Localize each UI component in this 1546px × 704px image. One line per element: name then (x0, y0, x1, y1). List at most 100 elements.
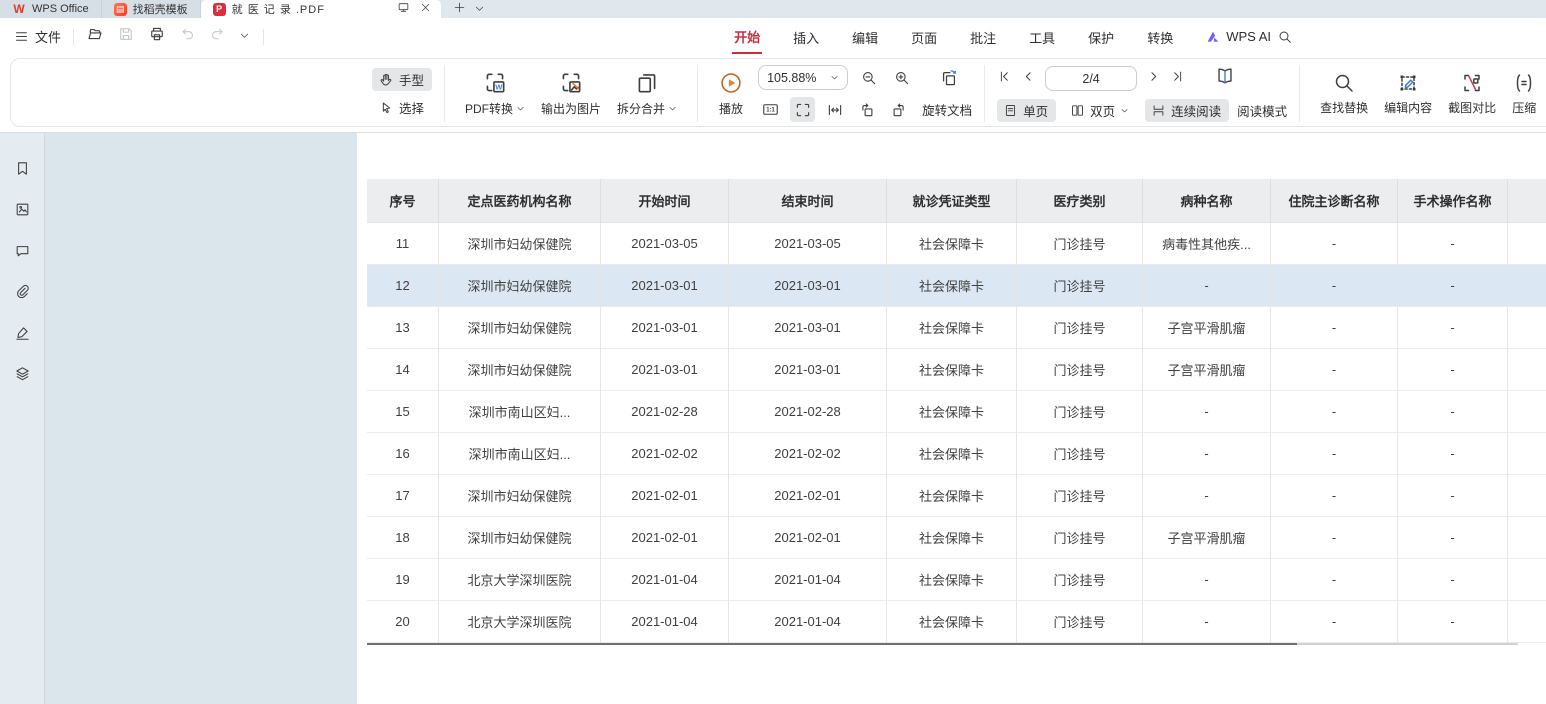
play-button[interactable]: 播放 (710, 66, 752, 121)
fit-width-button[interactable] (822, 97, 847, 122)
zoom-level-dropdown[interactable]: 105.88% (758, 65, 848, 90)
zoom-in-button[interactable] (889, 65, 914, 90)
save-icon[interactable] (117, 25, 135, 48)
table-header-cell: 病种名称 (1143, 179, 1271, 223)
file-menu-button[interactable]: 文件 (14, 27, 61, 46)
table-cell: 2021-02-01 (729, 475, 887, 517)
table-cell: - (1398, 265, 1508, 307)
split-merge-button[interactable]: 拆分合并 (609, 66, 685, 121)
actual-size-button[interactable]: 1:1 (758, 97, 783, 122)
table-cell: 子宫平滑肌瘤 (1143, 349, 1271, 391)
chevron-down-icon (668, 104, 677, 113)
menu-item-2[interactable]: 编辑 (850, 20, 880, 53)
table-cell: 社会保障卡 (887, 433, 1017, 475)
table-cell: - (1398, 601, 1508, 643)
navigation-panel[interactable] (45, 133, 357, 704)
table-cell: 12 (367, 265, 439, 307)
comment-icon[interactable] (13, 241, 32, 260)
one-to-one-icon: 1:1 (761, 100, 780, 119)
pdf-page[interactable]: 序号定点医药机构名称开始时间结束时间就诊凭证类型医疗类别病种名称住院主诊断名称手… (357, 133, 1546, 704)
fit-page-button[interactable] (790, 97, 815, 122)
table-cell: 2021-02-01 (601, 517, 729, 559)
table-cell: 北京大学深圳医院 (439, 601, 601, 643)
first-page-button[interactable] (997, 69, 1012, 89)
redo-icon[interactable] (209, 26, 226, 48)
tab-list-chevron-icon[interactable] (474, 1, 485, 17)
menu-item-1[interactable]: 插入 (791, 20, 821, 53)
rotate-right-icon (890, 101, 908, 119)
layers-icon[interactable] (13, 364, 32, 383)
open-file-icon[interactable] (86, 25, 104, 48)
continuous-read-button[interactable]: 连续阅读 (1145, 99, 1229, 122)
hand-tool-button[interactable]: 手型 (372, 68, 432, 91)
table-cell: 14 (367, 349, 439, 391)
table-cell: 社会保障卡 (887, 307, 1017, 349)
divider (1299, 65, 1300, 122)
signature-pen-icon[interactable] (13, 323, 32, 342)
tab-wps-office[interactable]: W WPS Office (0, 0, 102, 18)
double-page-label: 双页 (1090, 101, 1115, 120)
table-cell (1508, 475, 1546, 517)
table-header-cell: 开始时间 (601, 179, 729, 223)
table-cell: 社会保障卡 (887, 517, 1017, 559)
menu-item-6[interactable]: 保护 (1086, 20, 1116, 53)
search-button[interactable] (1277, 29, 1293, 45)
prev-page-button[interactable] (1021, 69, 1036, 89)
table-cell: 深圳市南山区妇... (439, 391, 601, 433)
close-tab-icon[interactable] (420, 2, 431, 16)
menu-item-3[interactable]: 页面 (909, 20, 939, 53)
ribbon-toolbar: 手型 选择 W PDF转换 输出为图片 拆分合并 播放 (0, 55, 1546, 132)
read-mode-label[interactable]: 阅读模式 (1237, 101, 1287, 120)
print-icon[interactable] (148, 25, 166, 48)
quick-access-chevron-icon[interactable] (239, 28, 250, 46)
table-cell: - (1143, 559, 1271, 601)
attachment-icon[interactable] (13, 282, 32, 301)
fit-width-icon (826, 101, 844, 119)
double-page-button[interactable]: 双页 (1064, 99, 1137, 122)
table-cell: 2021-02-01 (601, 475, 729, 517)
zoom-out-button[interactable] (856, 65, 881, 90)
compress-button[interactable]: 压缩 (1504, 67, 1544, 120)
table-cell: - (1143, 391, 1271, 433)
table-cell: 2021-03-01 (601, 307, 729, 349)
page-indicator-input[interactable]: 2/4 (1045, 66, 1137, 91)
single-page-button[interactable]: 单页 (997, 99, 1056, 122)
rotate-right-button[interactable] (886, 97, 911, 122)
edit-content-button[interactable]: 编辑内容 (1376, 67, 1440, 120)
chevron-down-icon (830, 73, 839, 82)
table-cell: 11 (367, 223, 439, 265)
menu-item-5[interactable]: 工具 (1027, 20, 1057, 53)
menu-item-7[interactable]: 转换 (1145, 20, 1175, 53)
rotate-left-button[interactable] (854, 97, 879, 122)
table-cell: - (1398, 391, 1508, 433)
last-page-button[interactable] (1170, 69, 1185, 89)
file-menu-label: 文件 (35, 27, 61, 46)
table-cell: - (1398, 433, 1508, 475)
screenshot-compare-button[interactable]: 截图对比 (1440, 67, 1504, 120)
play-label: 播放 (719, 100, 743, 117)
undo-icon[interactable] (179, 26, 196, 48)
pdf-convert-button[interactable]: W PDF转换 (457, 66, 533, 121)
new-tab-button[interactable] (453, 1, 466, 17)
wps-ai-button[interactable]: WPS AI (1205, 29, 1271, 45)
next-page-button[interactable] (1146, 69, 1161, 89)
table-cell: 16 (367, 433, 439, 475)
menu-item-4[interactable]: 批注 (968, 20, 998, 53)
menu-item-0[interactable]: 开始 (732, 19, 762, 54)
select-tool-button[interactable]: 选择 (372, 96, 432, 119)
table-cell: 2021-03-01 (601, 349, 729, 391)
table-cell: 2021-03-01 (601, 265, 729, 307)
rotate-document-label[interactable]: 旋转文档 (922, 100, 972, 119)
present-mode-icon[interactable] (397, 1, 410, 17)
export-image-button[interactable]: 输出为图片 (533, 66, 609, 121)
find-replace-button[interactable]: 查找替换 (1312, 67, 1376, 120)
search-icon (1277, 29, 1293, 45)
tab-docer-templates[interactable]: ▤ 找稻壳模板 (102, 0, 201, 18)
double-page-icon (1070, 103, 1085, 118)
table-cell: 社会保障卡 (887, 349, 1017, 391)
bookmark-icon[interactable] (13, 159, 32, 178)
tab-label: WPS Office (32, 3, 89, 15)
thumbnail-icon[interactable] (13, 200, 32, 219)
wps-ai-label: WPS AI (1226, 29, 1271, 44)
tab-medical-record-pdf[interactable]: P 就 医 记 录 .PDF (201, 0, 441, 18)
